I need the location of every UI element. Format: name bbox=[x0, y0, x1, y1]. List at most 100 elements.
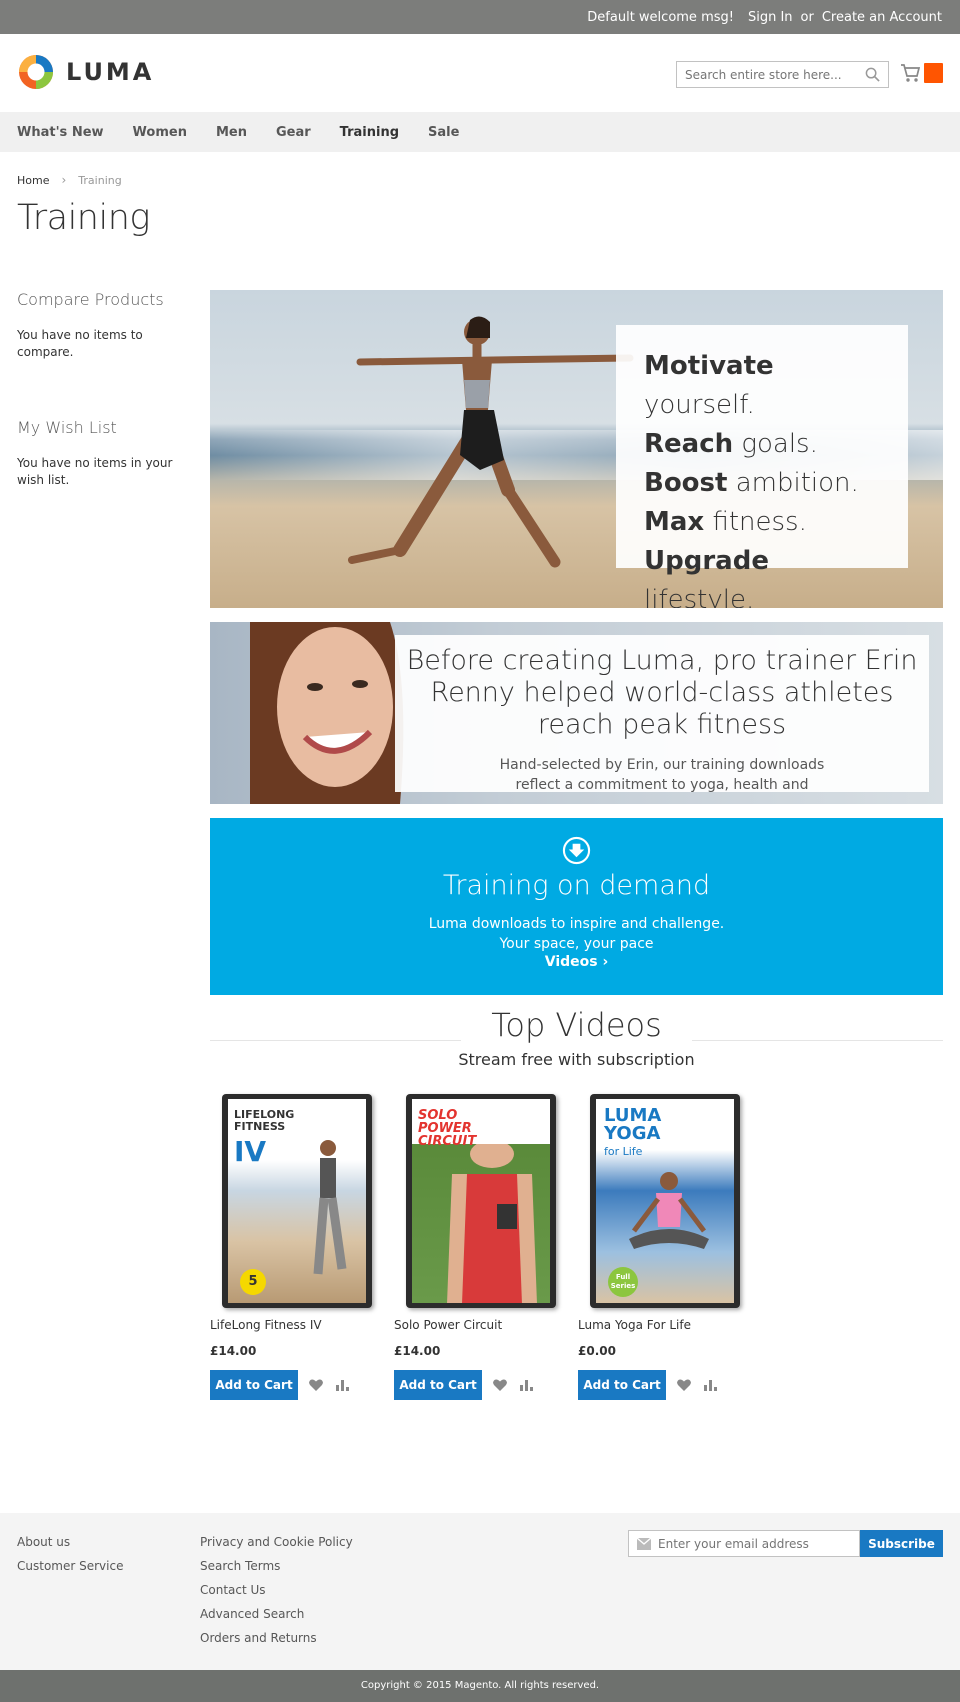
product-item: LUMA YOGA for Life Full Series Luma Yoga… bbox=[578, 1090, 748, 1400]
hero-line-3: Boost ambition. bbox=[644, 468, 859, 498]
nav-item-whats-new[interactable]: What's New bbox=[17, 125, 104, 140]
top-links: Default welcome msg! Sign In or Create a… bbox=[575, 0, 942, 34]
nav-item-sale[interactable]: Sale bbox=[428, 125, 459, 140]
compare-icon[interactable] bbox=[518, 1377, 534, 1393]
cart-counter-badge bbox=[924, 63, 943, 83]
footer: About us Customer Service Privacy and Co… bbox=[0, 1513, 960, 1670]
hero-banner-erin[interactable]: Before creating Luma, pro trainer Erin R… bbox=[210, 622, 943, 804]
product-actions: Add to Cart bbox=[210, 1370, 380, 1400]
hero-erin-subtext: Hand-selected by Erin, our training down… bbox=[499, 757, 825, 792]
training-on-demand-banner[interactable]: Training on demand Luma downloads to ins… bbox=[210, 818, 943, 995]
hero-erin-headline: Before creating Luma, pro trainer Erin R… bbox=[406, 645, 918, 740]
hero-line-4: Max fitness. bbox=[644, 507, 807, 537]
meditating-figure bbox=[629, 1172, 709, 1249]
nav-item-training[interactable]: Training bbox=[340, 125, 399, 140]
chevron-right-icon: › bbox=[602, 954, 609, 970]
logo[interactable]: LUMA bbox=[17, 53, 154, 91]
nav-item-men[interactable]: Men bbox=[216, 125, 247, 140]
product-image[interactable]: LUMA YOGA for Life Full Series bbox=[578, 1090, 748, 1310]
logo-text: LUMA bbox=[66, 58, 155, 86]
newsletter-email-input[interactable] bbox=[658, 1531, 858, 1556]
compare-products-title: Compare Products bbox=[17, 290, 164, 309]
dvd-cover-title: SOLO POWER CIRCUIT bbox=[418, 1108, 477, 1149]
dvd-case: LUMA YOGA for Life Full Series bbox=[590, 1094, 740, 1308]
footer-link-orders-returns[interactable]: Orders and Returns bbox=[200, 1626, 353, 1650]
footer-link-contact-us[interactable]: Contact Us bbox=[200, 1578, 353, 1602]
product-price: £14.00 bbox=[394, 1344, 441, 1358]
hero-line-2: Reach goals. bbox=[644, 429, 818, 459]
add-to-cart-button[interactable]: Add to Cart bbox=[394, 1370, 482, 1400]
compare-icon[interactable] bbox=[334, 1377, 350, 1393]
dvd-case: SOLO POWER CIRCUIT bbox=[406, 1094, 556, 1308]
training-on-demand-title: Training on demand bbox=[442, 870, 711, 901]
subscribe-button[interactable]: Subscribe bbox=[860, 1530, 943, 1557]
search-input[interactable] bbox=[677, 62, 857, 87]
create-account-link[interactable]: Create an Account bbox=[822, 10, 942, 25]
wishlist-block: My Wish List You have no items in your w… bbox=[17, 418, 197, 489]
nav-item-women[interactable]: Women bbox=[133, 125, 187, 140]
wishlist-empty-text: You have no items in your wish list. bbox=[17, 456, 173, 487]
athlete-figure bbox=[447, 1144, 537, 1303]
copyright: Copyright © 2015 Magento. All rights res… bbox=[0, 1670, 960, 1702]
videos-link[interactable]: Videos › bbox=[210, 954, 943, 970]
product-name[interactable]: Luma Yoga For Life bbox=[578, 1318, 748, 1332]
breadcrumb-current: Training bbox=[78, 173, 122, 187]
search-box[interactable] bbox=[676, 61, 889, 88]
breadcrumb: Home › Training bbox=[17, 173, 122, 187]
product-image[interactable]: LIFELONG FITNESS IV 5 bbox=[210, 1090, 380, 1310]
sidebar: Compare Products You have no items to co… bbox=[17, 290, 197, 489]
product-price: £0.00 bbox=[578, 1344, 616, 1358]
luma-logo-icon bbox=[19, 55, 53, 89]
footer-links-col-1: About us Customer Service bbox=[17, 1530, 123, 1578]
dvd-cover-title: LIFELONG FITNESS bbox=[234, 1108, 295, 1133]
heart-icon[interactable] bbox=[676, 1377, 692, 1393]
footer-link-advanced-search[interactable]: Advanced Search bbox=[200, 1602, 353, 1626]
compare-icon[interactable] bbox=[702, 1377, 718, 1393]
or-text: or bbox=[800, 9, 814, 25]
chevron-right-icon: › bbox=[61, 173, 67, 187]
demand-line-2: Your space, your pace bbox=[499, 936, 654, 952]
compare-empty-text: You have no items to compare. bbox=[17, 328, 143, 359]
search-icon[interactable] bbox=[865, 67, 880, 82]
product-image[interactable]: SOLO POWER CIRCUIT bbox=[394, 1090, 564, 1310]
header: LUMA bbox=[0, 34, 960, 112]
product-name[interactable]: LifeLong Fitness IV bbox=[210, 1318, 380, 1332]
main-navigation: What's New Women Men Gear Training Sale bbox=[0, 112, 960, 152]
top-videos-subtitle: Stream free with subscription bbox=[458, 1050, 695, 1069]
page-title: Training bbox=[17, 198, 150, 238]
breadcrumb-home[interactable]: Home bbox=[17, 174, 49, 187]
training-on-demand-desc: Luma downloads to inspire and challenge.… bbox=[210, 914, 943, 954]
top-bar: Default welcome msg! Sign In or Create a… bbox=[0, 0, 960, 34]
hero-line-1: Motivate yourself. bbox=[644, 351, 774, 420]
heart-icon[interactable] bbox=[308, 1377, 324, 1393]
product-price: £14.00 bbox=[210, 1344, 257, 1358]
footer-link-customer-service[interactable]: Customer Service bbox=[17, 1554, 123, 1578]
product-grid: LIFELONG FITNESS IV 5 LifeLong Fitness I… bbox=[210, 1090, 943, 1420]
product-name[interactable]: Solo Power Circuit bbox=[394, 1318, 564, 1332]
cart-icon[interactable] bbox=[900, 62, 922, 84]
footer-link-search-terms[interactable]: Search Terms bbox=[200, 1554, 353, 1578]
minicart[interactable] bbox=[900, 60, 944, 88]
footer-link-about-us[interactable]: About us bbox=[17, 1530, 123, 1554]
product-item: LIFELONG FITNESS IV 5 LifeLong Fitness I… bbox=[210, 1090, 380, 1400]
product-item: SOLO POWER CIRCUIT Solo Power Circuit £1… bbox=[394, 1090, 564, 1400]
envelope-icon bbox=[637, 1538, 651, 1550]
footer-links-col-2: Privacy and Cookie Policy Search Terms C… bbox=[200, 1530, 353, 1650]
nav-item-gear[interactable]: Gear bbox=[276, 125, 311, 140]
add-to-cart-button[interactable]: Add to Cart bbox=[210, 1370, 298, 1400]
footer-link-privacy[interactable]: Privacy and Cookie Policy bbox=[200, 1530, 353, 1554]
dvd-cover-title: LUMA YOGA bbox=[604, 1105, 662, 1144]
dvd-badge: 5 bbox=[240, 1269, 266, 1295]
add-to-cart-button[interactable]: Add to Cart bbox=[578, 1370, 666, 1400]
hero-erin-card: Before creating Luma, pro trainer Erin R… bbox=[395, 635, 929, 792]
demand-line-1: Luma downloads to inspire and challenge. bbox=[428, 916, 725, 932]
hero-line-5: Upgrade lifestyle. bbox=[644, 546, 769, 608]
hero-banner-motivate[interactable]: Motivate yourself. Reach goals. Boost am… bbox=[210, 290, 943, 608]
heart-icon[interactable] bbox=[492, 1377, 508, 1393]
sign-in-link[interactable]: Sign In bbox=[748, 10, 793, 25]
download-arrow-icon bbox=[562, 836, 591, 865]
dvd-cover-subtitle: IV bbox=[234, 1135, 267, 1168]
dvd-badge: Full Series bbox=[608, 1267, 638, 1297]
hero-motivate-card: Motivate yourself. Reach goals. Boost am… bbox=[616, 325, 908, 608]
newsletter-field[interactable] bbox=[628, 1530, 860, 1557]
